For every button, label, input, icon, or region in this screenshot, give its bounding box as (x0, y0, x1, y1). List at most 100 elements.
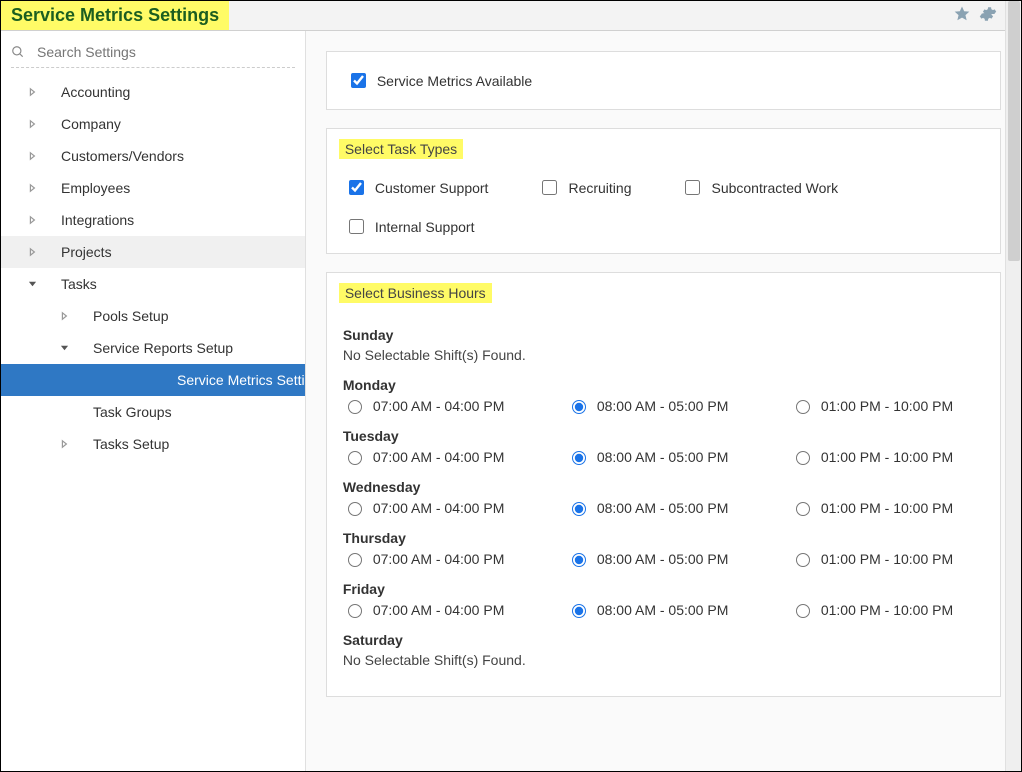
task-type-checkbox[interactable] (685, 180, 700, 195)
chevron-right-icon[interactable] (57, 309, 71, 323)
sidebar-item[interactable]: Pools Setup (1, 300, 305, 332)
shift-option[interactable]: 08:00 AM - 05:00 PM (567, 448, 743, 465)
chevron-right-icon[interactable] (25, 213, 39, 227)
settings-tree: AccountingCompany Customers/Vendors Employ… (1, 76, 305, 460)
sidebar-item[interactable]: Employees (1, 172, 305, 204)
task-type-option[interactable]: Internal Support (345, 216, 475, 237)
panel-business-hours: Select Business Hours SundayNo Selectabl… (326, 272, 1001, 697)
service-metrics-available-toggle[interactable]: Service Metrics Available (347, 70, 980, 91)
day-name: Thursday (343, 530, 984, 546)
shift-radio[interactable] (572, 604, 586, 618)
shift-option[interactable]: 07:00 AM - 04:00 PM (343, 601, 519, 618)
sidebar-item[interactable]: Integrations (1, 204, 305, 236)
sidebar-item[interactable]: Service Reports Setup (1, 332, 305, 364)
task-type-option[interactable]: Subcontracted Work (681, 177, 838, 198)
task-type-option[interactable]: Customer Support (345, 177, 489, 198)
shift-row: 07:00 AM - 04:00 PM 08:00 AM - 05:00 PM 01… (343, 550, 984, 567)
day-block: Friday 07:00 AM - 04:00 PM 08:00 AM - 05:0… (343, 581, 984, 618)
sidebar-item[interactable]: Accounting (1, 76, 305, 108)
shift-radio[interactable] (796, 604, 810, 618)
star-icon[interactable] (953, 5, 971, 23)
shift-radio[interactable] (348, 604, 362, 618)
service-metrics-available-label: Service Metrics Available (377, 73, 532, 89)
shift-radio[interactable] (572, 553, 586, 567)
shift-option[interactable]: 08:00 AM - 05:00 PM (567, 601, 743, 618)
main-content: Service Metrics Available Select Task Ty… (306, 31, 1021, 771)
page-title: Service Metrics Settings (1, 1, 229, 30)
sidebar-item[interactable]: Task Groups (1, 396, 305, 428)
gear-icon[interactable] (979, 5, 997, 23)
shift-radio[interactable] (348, 451, 362, 465)
task-type-checkbox[interactable] (349, 180, 364, 195)
scrollbar[interactable] (1005, 1, 1021, 771)
sidebar-item[interactable]: Tasks (1, 268, 305, 300)
day-name: Tuesday (343, 428, 984, 444)
shift-radio[interactable] (348, 400, 362, 414)
day-block: SaturdayNo Selectable Shift(s) Found. (343, 632, 984, 668)
shift-label: 08:00 AM - 05:00 PM (597, 398, 729, 414)
shift-radio[interactable] (796, 553, 810, 567)
shift-option[interactable]: 08:00 AM - 05:00 PM (567, 397, 743, 414)
day-name: Monday (343, 377, 984, 393)
sidebar-item[interactable]: Tasks Setup (1, 428, 305, 460)
shift-radio[interactable] (572, 502, 586, 516)
search-input[interactable] (35, 43, 295, 61)
no-shift-text: No Selectable Shift(s) Found. (343, 652, 984, 668)
shift-option[interactable]: 07:00 AM - 04:00 PM (343, 499, 519, 516)
sidebar-item[interactable]: Projects (1, 236, 305, 268)
shift-label: 01:00 PM - 10:00 PM (821, 551, 953, 567)
shift-option[interactable]: 01:00 PM - 10:00 PM (791, 499, 967, 516)
chevron-right-icon[interactable] (25, 117, 39, 131)
day-block: Monday 07:00 AM - 04:00 PM 08:00 AM - 05:0… (343, 377, 984, 414)
shift-option[interactable]: 07:00 AM - 04:00 PM (343, 550, 519, 567)
chevron-right-icon[interactable] (57, 437, 71, 451)
chevron-down-icon[interactable] (57, 341, 71, 355)
scrollbar-thumb[interactable] (1008, 1, 1020, 261)
task-type-checkbox[interactable] (542, 180, 557, 195)
shift-radio[interactable] (348, 502, 362, 516)
shift-option[interactable]: 01:00 PM - 10:00 PM (791, 601, 967, 618)
shift-radio[interactable] (796, 400, 810, 414)
shift-option[interactable]: 07:00 AM - 04:00 PM (343, 448, 519, 465)
task-type-label: Internal Support (375, 219, 475, 235)
sidebar-item[interactable]: Company (1, 108, 305, 140)
shift-option[interactable]: 08:00 AM - 05:00 PM (567, 499, 743, 516)
sidebar-item[interactable]: Customers/Vendors (1, 140, 305, 172)
shift-radio[interactable] (796, 451, 810, 465)
shift-option[interactable]: 01:00 PM - 10:00 PM (791, 448, 967, 465)
task-type-label: Subcontracted Work (711, 180, 838, 196)
chevron-down-icon[interactable] (25, 277, 39, 291)
shift-radio[interactable] (348, 553, 362, 567)
day-name: Friday (343, 581, 984, 597)
panel-task-types: Select Task Types Customer Support Recrui… (326, 128, 1001, 254)
sidebar-item-label: Customers/Vendors (61, 148, 305, 164)
shift-option[interactable]: 01:00 PM - 10:00 PM (791, 397, 967, 414)
service-metrics-available-checkbox[interactable] (351, 73, 366, 88)
task-type-checkbox[interactable] (349, 219, 364, 234)
shift-label: 08:00 AM - 05:00 PM (597, 551, 729, 567)
chevron-right-icon[interactable] (25, 149, 39, 163)
chevron-right-icon[interactable] (25, 181, 39, 195)
task-type-label: Customer Support (375, 180, 489, 196)
chevron-right-icon[interactable] (25, 245, 39, 259)
sidebar-item-label: Task Groups (93, 404, 305, 420)
search-box[interactable] (11, 39, 295, 68)
shift-option[interactable]: 07:00 AM - 04:00 PM (343, 397, 519, 414)
shift-option[interactable]: 01:00 PM - 10:00 PM (791, 550, 967, 567)
task-types-heading: Select Task Types (339, 139, 463, 159)
shift-label: 01:00 PM - 10:00 PM (821, 602, 953, 618)
shift-label: 07:00 AM - 04:00 PM (373, 398, 505, 414)
chevron-right-icon[interactable] (25, 85, 39, 99)
sidebar-item-label: Pools Setup (93, 308, 305, 324)
task-type-option[interactable]: Recruiting (538, 177, 631, 198)
day-block: Wednesday07:00 AM - 04:00 PM08:00 AM - 0… (343, 479, 984, 516)
shift-radio[interactable] (796, 502, 810, 516)
shift-row: 07:00 AM - 04:00 PM 08:00 AM - 05:00 PM 01… (343, 448, 984, 465)
sidebar-item-label: Service Metrics Settings (177, 372, 306, 388)
sidebar-item-label: Tasks Setup (93, 436, 305, 452)
sidebar-item[interactable]: Service Metrics Settings (1, 364, 305, 396)
shift-radio[interactable] (572, 451, 586, 465)
shift-option[interactable]: 08:00 AM - 05:00 PM (567, 550, 743, 567)
day-block: SundayNo Selectable Shift(s) Found. (343, 327, 984, 363)
shift-radio[interactable] (572, 400, 586, 414)
